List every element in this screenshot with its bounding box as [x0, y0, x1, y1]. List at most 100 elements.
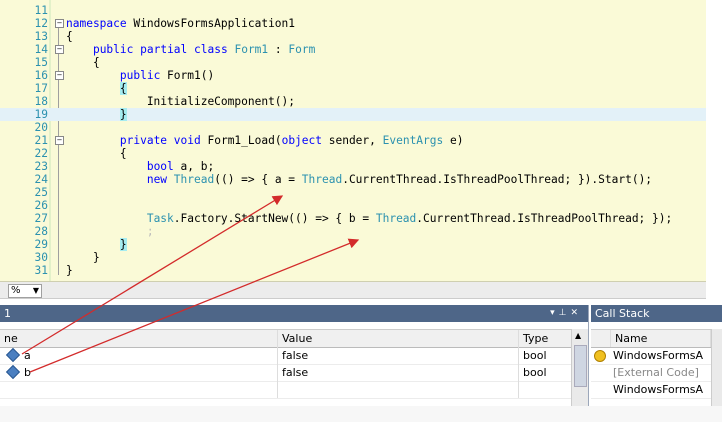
code-token: e) — [443, 134, 464, 147]
code-line[interactable]: 16− public Form1() — [0, 69, 706, 82]
code-line[interactable]: 18 InitializeComponent(); — [0, 95, 706, 108]
code-line[interactable]: 29 } — [0, 238, 706, 251]
code-token: { — [119, 82, 127, 95]
variable-value: false — [278, 364, 519, 381]
code-text: public Form1() — [66, 69, 214, 82]
code-line[interactable]: 27 Task.Factory.StartNew(() => { b = Thr… — [0, 212, 706, 225]
zoom-dropdown[interactable]: % ▼ — [8, 284, 42, 298]
code-line[interactable]: 17 { — [0, 82, 706, 95]
code-token: class — [194, 43, 228, 56]
code-token: bool — [146, 160, 174, 173]
code-editor[interactable]: 11 12− namespace WindowsFormsApplication1 1… — [0, 0, 706, 282]
pin-icon[interactable]: ⊥ — [559, 308, 571, 318]
line-number: 15 — [34, 56, 48, 69]
variable-name: a — [0, 347, 278, 364]
code-token: namespace — [66, 17, 127, 30]
code-line[interactable]: 15 { — [0, 56, 706, 69]
call-stack-row[interactable]: WindowsFormsA — [591, 347, 711, 365]
table-row[interactable] — [0, 381, 588, 399]
variable-type — [519, 381, 572, 398]
code-token: partial — [140, 43, 188, 56]
code-token: (() => { a = — [214, 173, 302, 186]
call-stack-header: Name — [591, 329, 711, 348]
scroll-up-icon[interactable]: ▲ — [575, 331, 581, 340]
line-number: 25 — [34, 186, 48, 199]
collapse-icon[interactable]: − — [55, 19, 64, 28]
locals-scrollbar[interactable]: ▲ — [571, 329, 588, 406]
line-number: 13 — [34, 30, 48, 43]
scroll-thumb[interactable] — [574, 345, 587, 387]
call-stack-row[interactable]: WindowsFormsA — [591, 381, 711, 399]
collapse-icon[interactable]: − — [55, 136, 64, 145]
code-line[interactable]: 13 { — [0, 30, 706, 43]
code-line[interactable]: 19 } — [0, 108, 706, 121]
call-stack-row[interactable]: [External Code] — [591, 364, 711, 382]
column-icon — [591, 330, 611, 347]
code-text: } — [66, 108, 127, 121]
code-token: EventArgs — [382, 134, 444, 147]
column-name[interactable]: ne — [0, 330, 278, 347]
code-line[interactable]: 24 new Thread(() => { a = Thread.Current… — [0, 173, 706, 186]
code-line[interactable]: 28 ; — [0, 225, 706, 238]
current-frame-icon — [594, 350, 606, 362]
frame-name: WindowsFormsA — [613, 349, 704, 362]
code-token: Form1 — [234, 43, 269, 56]
code-line[interactable]: 12− namespace WindowsFormsApplication1 — [0, 17, 706, 30]
line-number: 12 — [34, 17, 48, 30]
code-token: .CurrentThread.IsThreadPoolThread; }); — [416, 212, 673, 225]
editor-bottom-bar: % ▼ — [0, 282, 706, 299]
code-token: sender, — [322, 134, 383, 147]
code-line[interactable]: 25 — [0, 186, 706, 199]
code-token: public — [92, 43, 134, 56]
code-line[interactable]: 31} — [0, 264, 706, 277]
code-text: public partial class Form1 : Form — [66, 43, 315, 56]
code-text: namespace WindowsFormsApplication1 — [66, 17, 295, 30]
line-number: 19 — [34, 108, 48, 121]
code-line[interactable]: 22 { — [0, 147, 706, 160]
code-line[interactable]: 21− private void Form1_Load(object sende… — [0, 134, 706, 147]
close-icon[interactable]: ✕ — [570, 308, 582, 318]
call-stack-titlebar: Call Stack — [591, 305, 722, 322]
code-token: .Factory.StartNew(() => { b = — [173, 212, 376, 225]
call-stack-scrollbar[interactable] — [711, 329, 722, 406]
code-line[interactable]: 26 — [0, 199, 706, 212]
window-position-icon[interactable]: ▾ — [550, 308, 559, 318]
column-value[interactable]: Value — [278, 330, 519, 347]
variable-value — [278, 381, 519, 398]
collapse-icon[interactable]: − — [55, 71, 64, 80]
call-stack-panel: Call Stack Name WindowsFormsA [External C… — [591, 305, 722, 406]
collapse-icon[interactable]: − — [55, 45, 64, 54]
line-number: 16 — [34, 69, 48, 82]
code-token: Form1_Load( — [200, 134, 282, 147]
table-row[interactable]: b false bool — [0, 364, 588, 382]
code-line[interactable]: 11 — [0, 4, 706, 17]
code-line[interactable]: 30 } — [0, 251, 706, 264]
column-name[interactable]: Name — [611, 330, 711, 347]
line-number: 27 — [34, 212, 48, 225]
code-text: { — [66, 82, 127, 95]
code-token: Thread — [301, 173, 343, 186]
code-text: } — [66, 251, 100, 264]
code-token: InitializeComponent(); — [66, 95, 296, 108]
line-number: 20 — [34, 121, 48, 134]
line-number: 28 — [34, 225, 48, 238]
code-text: private void Form1_Load(object sender, E… — [66, 134, 464, 147]
table-row[interactable]: a false bool — [0, 347, 588, 365]
code-line[interactable]: 20 — [0, 121, 706, 134]
variable-value: false — [278, 347, 519, 364]
line-number: 29 — [34, 238, 48, 251]
code-token: ; — [146, 225, 154, 238]
code-token: private — [119, 134, 168, 147]
line-number: 26 — [34, 199, 48, 212]
code-line[interactable]: 14− public partial class Form1 : Form — [0, 43, 706, 56]
line-number: 17 — [34, 82, 48, 95]
code-line[interactable]: 23 bool a, b; — [0, 160, 706, 173]
code-token: { — [66, 147, 127, 160]
column-type[interactable]: Type — [519, 330, 572, 347]
